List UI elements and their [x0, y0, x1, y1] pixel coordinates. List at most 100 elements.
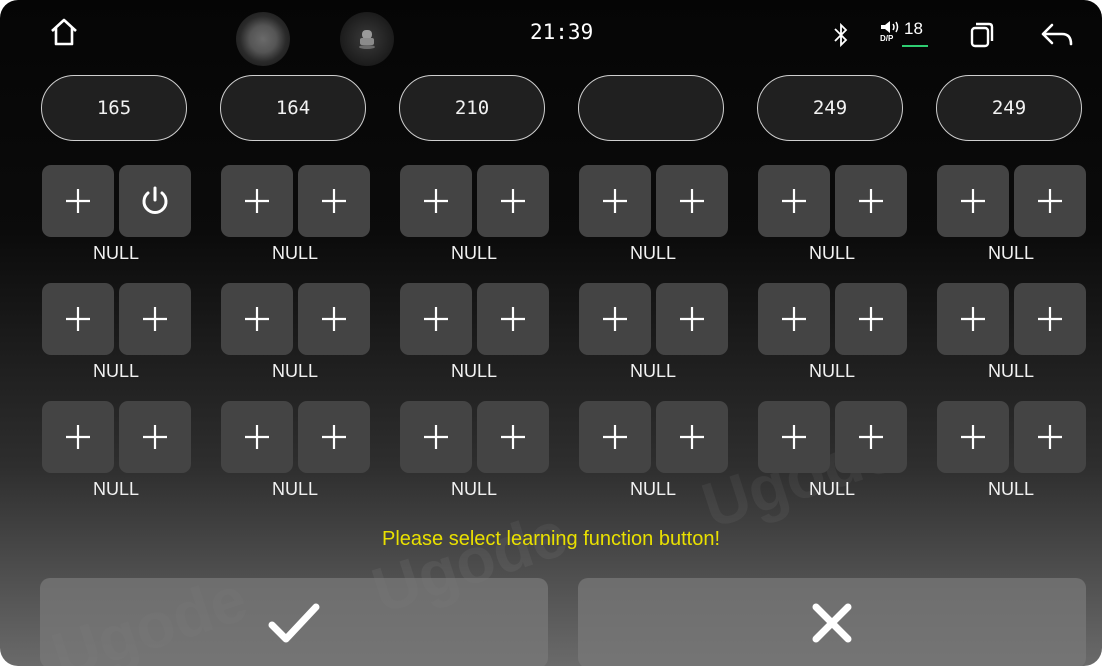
add-key-button[interactable] [937, 283, 1009, 355]
add-key-button[interactable] [119, 401, 191, 473]
plus-icon [782, 425, 806, 449]
plus-icon [1038, 425, 1062, 449]
add-key-button[interactable] [1014, 401, 1086, 473]
clock: 21:39 [530, 20, 594, 44]
plus-icon [501, 425, 525, 449]
key-label: NULL [271, 361, 319, 381]
add-key-button[interactable] [298, 165, 370, 237]
add-key-button[interactable] [400, 165, 472, 237]
add-key-button[interactable] [1014, 165, 1086, 237]
key-label: NULL [629, 361, 677, 381]
plus-icon [859, 189, 883, 213]
key-label: NULL [629, 243, 677, 263]
checkmark-icon [268, 603, 320, 643]
add-key-button[interactable] [579, 283, 651, 355]
plus-icon [322, 307, 346, 331]
add-key-button[interactable] [656, 165, 728, 237]
plus-icon [680, 307, 704, 331]
add-key-button[interactable] [119, 283, 191, 355]
key-label: NULL [450, 479, 498, 499]
plus-icon [603, 307, 627, 331]
key-label: NULL [92, 479, 140, 499]
add-key-button[interactable] [835, 401, 907, 473]
add-key-button[interactable] [221, 283, 293, 355]
add-key-button[interactable] [42, 401, 114, 473]
add-key-button[interactable] [42, 165, 114, 237]
confirm-button[interactable] [40, 578, 548, 666]
volume-level: 18 [904, 19, 923, 38]
add-key-button[interactable] [579, 165, 651, 237]
add-key-button[interactable] [298, 401, 370, 473]
add-key-button[interactable] [477, 165, 549, 237]
channel-code-button[interactable]: 165 [41, 75, 187, 141]
key-label: NULL [271, 243, 319, 263]
plus-icon [680, 425, 704, 449]
add-key-button[interactable] [1014, 283, 1086, 355]
add-key-button[interactable] [835, 165, 907, 237]
volume-icon [881, 21, 899, 33]
channel-code-button[interactable]: 249 [757, 75, 903, 141]
key-label: NULL [987, 361, 1035, 381]
plus-icon [424, 307, 448, 331]
add-key-button[interactable] [758, 165, 830, 237]
car-seat-icon[interactable] [340, 12, 394, 66]
add-key-button[interactable] [298, 283, 370, 355]
power-icon [142, 186, 168, 214]
volume-indicator[interactable]: D/P 18 [880, 19, 940, 50]
plus-icon [859, 307, 883, 331]
plus-icon [501, 307, 525, 331]
add-key-button[interactable] [758, 283, 830, 355]
channel-code-button[interactable]: 249 [936, 75, 1082, 141]
power-key-button[interactable] [119, 165, 191, 237]
volume-mode-label: D/P [880, 34, 894, 43]
recent-apps-icon[interactable] [968, 21, 996, 53]
plus-icon [143, 307, 167, 331]
plus-icon [66, 307, 90, 331]
microphone-orb-icon[interactable] [236, 12, 290, 66]
add-key-button[interactable] [937, 401, 1009, 473]
plus-icon [961, 425, 985, 449]
key-label: NULL [987, 479, 1035, 499]
plus-icon [424, 189, 448, 213]
plus-icon [961, 307, 985, 331]
add-key-button[interactable] [221, 165, 293, 237]
add-key-button[interactable] [835, 283, 907, 355]
key-label: NULL [987, 243, 1035, 263]
add-key-button[interactable] [400, 283, 472, 355]
plus-icon [501, 189, 525, 213]
back-arrow-icon[interactable] [1040, 22, 1074, 52]
bluetooth-icon[interactable] [832, 22, 850, 52]
volume-level-underline [902, 45, 928, 47]
plus-icon [66, 189, 90, 213]
plus-icon [1038, 307, 1062, 331]
key-label: NULL [92, 361, 140, 381]
add-key-button[interactable] [42, 283, 114, 355]
plus-icon [245, 189, 269, 213]
add-key-button[interactable] [477, 401, 549, 473]
cancel-button[interactable] [578, 578, 1086, 666]
add-key-button[interactable] [656, 401, 728, 473]
screen: Ugode Ugode Ugode 21:39 D/P 18 [0, 0, 1102, 666]
add-key-button[interactable] [758, 401, 830, 473]
plus-icon [424, 425, 448, 449]
channel-code-button[interactable] [578, 75, 724, 141]
plus-icon [961, 189, 985, 213]
add-key-button[interactable] [400, 401, 472, 473]
add-key-button[interactable] [579, 401, 651, 473]
plus-icon [143, 425, 167, 449]
key-label: NULL [271, 479, 319, 499]
plus-icon [245, 425, 269, 449]
add-key-button[interactable] [221, 401, 293, 473]
plus-icon [603, 425, 627, 449]
add-key-button[interactable] [656, 283, 728, 355]
plus-icon [322, 425, 346, 449]
add-key-button[interactable] [937, 165, 1009, 237]
plus-icon [782, 189, 806, 213]
channel-code-button[interactable]: 164 [220, 75, 366, 141]
channel-code-button[interactable]: 210 [399, 75, 545, 141]
add-key-button[interactable] [477, 283, 549, 355]
home-icon[interactable] [48, 16, 80, 48]
plus-icon [1038, 189, 1062, 213]
key-label: NULL [808, 361, 856, 381]
key-label: NULL [629, 479, 677, 499]
